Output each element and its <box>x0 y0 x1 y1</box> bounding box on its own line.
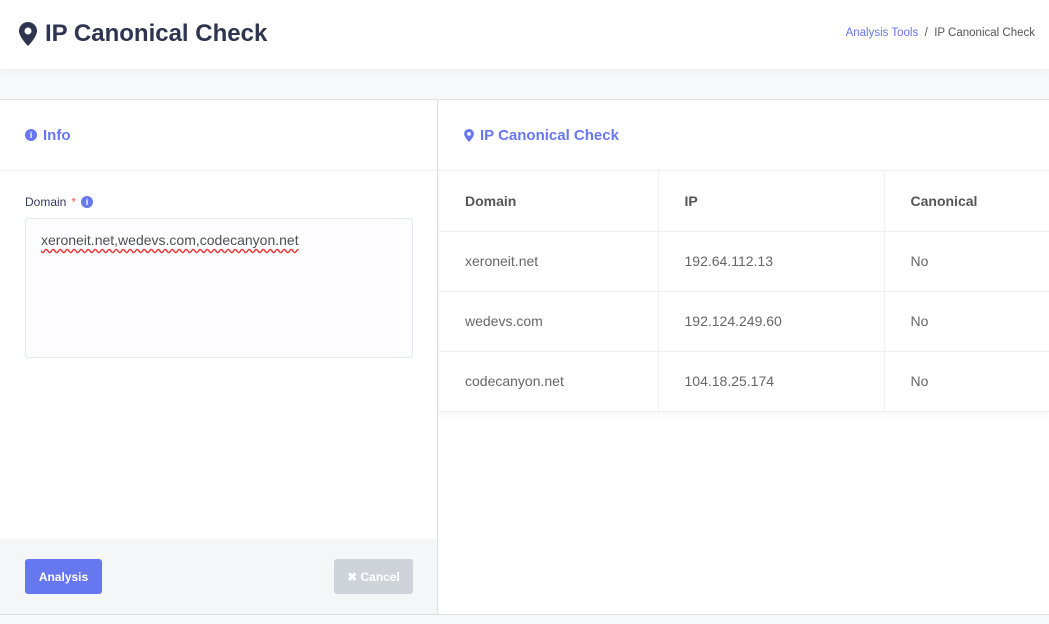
close-icon: ✖ <box>347 569 358 584</box>
table-row: xeroneit.net 192.64.112.13 No <box>439 231 1049 292</box>
breadcrumb: Analysis Tools / IP Canonical Check <box>845 27 1035 39</box>
results-table: Domain IP Canonical xeroneit.net 192.64.1… <box>439 171 1049 412</box>
breadcrumb-analysis-tools[interactable]: Analysis Tools <box>846 27 919 39</box>
table-row: codecanyon.net 104.18.25.174 No <box>439 351 1049 412</box>
breadcrumb-current: IP Canonical Check <box>934 27 1035 39</box>
divider <box>0 614 1049 615</box>
card-footer: Analysis ✖ Cancel <box>0 539 437 614</box>
map-marker-icon <box>19 22 37 46</box>
map-marker-icon <box>464 128 474 142</box>
results-card: IP Canonical Check Domain IP Canonical x… <box>439 99 1049 614</box>
info-card-header: i Info <box>0 100 437 171</box>
analysis-button[interactable]: Analysis <box>25 559 102 594</box>
cancel-button[interactable]: ✖ Cancel <box>334 559 413 594</box>
page-header: IP Canonical Check Analysis Tools / IP C… <box>0 0 1049 69</box>
domain-label: Domain * i <box>25 195 94 209</box>
table-header-row: Domain IP Canonical <box>439 171 1049 232</box>
domain-textarea[interactable]: xeroneit.net,wedevs.com,codecanyon.net <box>25 218 413 358</box>
results-card-header: IP Canonical Check <box>439 100 1049 171</box>
info-icon[interactable]: i <box>81 196 94 208</box>
page-title: IP Canonical Check <box>19 20 267 48</box>
info-card: i Info Domain * i xeroneit.net,wedevs.co… <box>0 99 438 614</box>
info-icon: i <box>25 129 37 141</box>
table-row: wedevs.com 192.124.249.60 No <box>439 291 1049 352</box>
